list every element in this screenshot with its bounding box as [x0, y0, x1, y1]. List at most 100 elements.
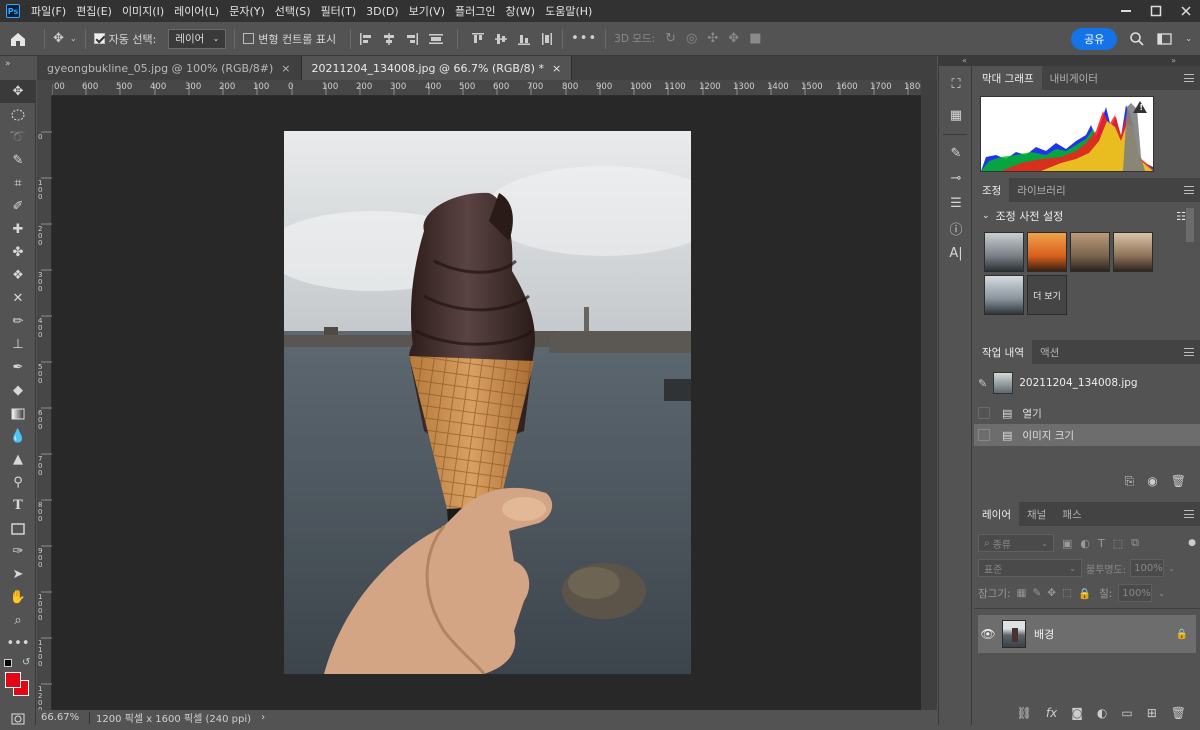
history-checkbox[interactable]	[978, 407, 990, 419]
maximize-icon[interactable]	[1150, 5, 1162, 17]
path-select-tool[interactable]: ➤	[0, 563, 36, 586]
tab-document-2[interactable]: 20211204_134008.jpg @ 66.7% (RGB/8) * ×	[301, 56, 573, 80]
marquee-tool[interactable]	[0, 103, 36, 126]
preset-thumb-3[interactable]	[1070, 232, 1110, 272]
menu-image[interactable]: 이미지(I)	[117, 3, 169, 19]
pixel-filter-icon[interactable]: ▣	[1062, 537, 1072, 550]
eraser-tool[interactable]: ◆	[0, 379, 36, 402]
tab-navigator[interactable]: 내비게이터	[1042, 66, 1106, 90]
new-layer-icon[interactable]: ⊞	[1147, 706, 1157, 720]
sharpen-tool[interactable]: ▲	[0, 448, 36, 471]
edit-toolbar-icon[interactable]: •••	[0, 632, 36, 655]
layer-mask-icon[interactable]: ◙	[1071, 706, 1083, 720]
clone-source-icon[interactable]: ⊸	[939, 166, 973, 191]
menu-type[interactable]: 문자(Y)	[224, 3, 270, 19]
tab-document-1[interactable]: gyeongbukline_05.jpg @ 100% (RGB/8#) ×	[37, 56, 302, 80]
blend-mode-select[interactable]: 표준 ⌄	[978, 559, 1082, 577]
healing-tool[interactable]: ✚	[0, 218, 36, 241]
chevron-down-icon[interactable]: ⌄	[70, 34, 77, 43]
crop-tool[interactable]: ⌗	[0, 172, 36, 195]
tab-adjustments[interactable]: 조정	[974, 178, 1010, 202]
align-center-h-icon[interactable]	[382, 32, 396, 46]
panel-menu-icon[interactable]	[1184, 74, 1194, 82]
history-item-open[interactable]: ▤ 열기	[974, 402, 1200, 424]
minimize-icon[interactable]	[1120, 5, 1132, 17]
chevron-down-icon[interactable]: ⌄	[1168, 564, 1175, 573]
menu-help[interactable]: 도움말(H)	[540, 3, 597, 19]
move-tool[interactable]: ✥	[0, 80, 36, 103]
info-icon[interactable]: ⓘ	[939, 216, 973, 241]
tab-paths[interactable]: 패스	[1054, 502, 1089, 526]
zoom-level[interactable]: 66.67%	[37, 712, 83, 723]
align-bottom-icon[interactable]	[517, 32, 531, 46]
filter-toggle-icon[interactable]: ●	[1188, 538, 1196, 548]
roll-3d-icon[interactable]: ◎	[686, 31, 697, 46]
adjustments-sliders-icon[interactable]: ☰	[939, 191, 973, 216]
fill-input[interactable]: 100%	[1118, 584, 1153, 602]
adjustment-layer-icon[interactable]: ◐	[1097, 706, 1107, 720]
align-distribute-icon[interactable]	[428, 32, 444, 46]
menu-edit[interactable]: 편집(E)	[71, 3, 117, 19]
status-menu-icon[interactable]: ›	[261, 712, 265, 723]
quick-mask-icon[interactable]	[0, 707, 36, 730]
zoom-tool[interactable]: ⌕	[0, 609, 36, 632]
auto-select-dropdown[interactable]: 레이어 ⌄	[168, 28, 227, 49]
menu-file[interactable]: 파일(F)	[26, 3, 71, 19]
character-icon[interactable]: A|	[939, 241, 973, 266]
new-document-from-state-icon[interactable]: ⎘	[1125, 474, 1135, 489]
layer-row-background[interactable]: 👁 배경 🔒	[978, 615, 1196, 653]
shape-filter-icon[interactable]: ⬚	[1113, 537, 1123, 550]
home-icon[interactable]	[0, 22, 36, 56]
menu-filter[interactable]: 필터(T)	[316, 3, 362, 19]
fx-icon[interactable]: fx	[1046, 706, 1057, 720]
align-middle-v-icon[interactable]	[494, 32, 508, 46]
tab-channels[interactable]: 채널	[1019, 502, 1054, 526]
camera-3d-icon[interactable]: ■	[749, 31, 761, 46]
pen-tool[interactable]: ✑	[0, 540, 36, 563]
preset-thumb-1[interactable]	[984, 232, 1024, 272]
bandaid-tool[interactable]: ✤	[0, 241, 36, 264]
brush-tool[interactable]: ✏	[0, 310, 36, 333]
menu-window[interactable]: 창(W)	[500, 3, 540, 19]
chevron-down-icon[interactable]: ⌄	[1185, 34, 1192, 43]
group-folder-icon[interactable]: ▭	[1121, 706, 1132, 720]
blur-tool[interactable]: 💧	[0, 425, 36, 448]
share-button[interactable]: 공유	[1071, 27, 1118, 50]
type-filter-icon[interactable]: T	[1098, 537, 1105, 550]
gradient-tool[interactable]	[0, 402, 36, 425]
trash-icon[interactable]: 🗑	[1171, 474, 1186, 489]
preset-header[interactable]: ⌄ 조정 사전 설정 ☷	[974, 202, 1200, 230]
patch-tool[interactable]: ❖	[0, 264, 36, 287]
hand-tool[interactable]: ✋	[0, 586, 36, 609]
align-left-icon[interactable]	[359, 32, 373, 46]
stamp-tool[interactable]: ⊥	[0, 333, 36, 356]
search-icon[interactable]	[1129, 31, 1145, 47]
dodge-tool[interactable]: ⚲	[0, 471, 36, 494]
default-colors-icon[interactable]	[4, 659, 12, 667]
lock-artboard-icon[interactable]: ⬚	[1062, 587, 1072, 599]
preset-thumb-2[interactable]	[1027, 232, 1067, 272]
slide-3d-icon[interactable]: ✥	[728, 31, 739, 46]
brush-settings-icon[interactable]: ▦	[939, 103, 973, 128]
auto-select-checkbox[interactable]	[93, 33, 105, 44]
eyedropper-tool[interactable]: ✐	[0, 195, 36, 218]
menu-view[interactable]: 보기(V)	[404, 3, 450, 19]
trash-icon[interactable]: 🗑	[1171, 706, 1186, 720]
lock-all-icon[interactable]: 🔒	[1078, 587, 1091, 600]
link-layers-icon[interactable]: ⛓	[1017, 706, 1032, 720]
menu-layer[interactable]: 레이어(L)	[169, 3, 224, 19]
canvas-area[interactable]	[52, 96, 921, 710]
rectangle-tool[interactable]	[0, 517, 36, 540]
align-top-icon[interactable]	[471, 32, 485, 46]
move-tool-icon[interactable]: ✥	[53, 31, 64, 46]
tab-histogram[interactable]: 막대 그래프	[974, 66, 1042, 90]
tab-history[interactable]: 작업 내역	[974, 340, 1032, 364]
close-icon[interactable]	[1180, 5, 1192, 17]
layer-kind-filter[interactable]: ⌕ 종류 ⌄	[978, 534, 1054, 552]
collapse-left-icon[interactable]: «	[962, 56, 967, 66]
document-image[interactable]	[284, 131, 691, 674]
distribute-vertical-icon[interactable]	[540, 32, 554, 46]
adjustments-scrollbar[interactable]	[1186, 208, 1194, 242]
menu-3d[interactable]: 3D(D)	[361, 5, 404, 18]
history-item-image-size[interactable]: ▤ 이미지 크기	[974, 424, 1200, 446]
